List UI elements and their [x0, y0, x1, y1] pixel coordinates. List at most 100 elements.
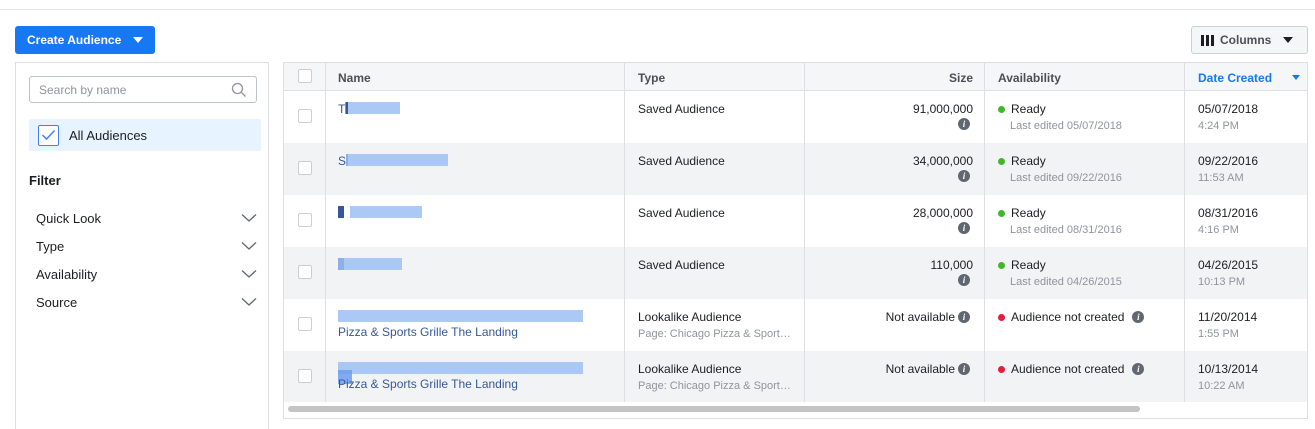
- info-icon[interactable]: i: [958, 170, 970, 182]
- redacted-text: [346, 154, 448, 166]
- filter-type[interactable]: Type: [29, 235, 257, 257]
- redacted-text: [338, 258, 402, 270]
- availability-status: Ready: [998, 154, 1046, 168]
- all-audiences-item[interactable]: All Audiences: [29, 119, 261, 151]
- audience-source: Page: Chicago Pizza & Sport…: [638, 328, 791, 340]
- last-edited: Last edited 04/26/2015: [1010, 276, 1122, 288]
- info-icon[interactable]: i: [958, 311, 970, 323]
- filter-source[interactable]: Source: [29, 291, 257, 313]
- header-availability[interactable]: Availability: [998, 71, 1061, 85]
- info-icon[interactable]: i: [958, 363, 970, 375]
- table-row: S█ C█ ██ Saved Audience 34,000,000 i Rea…: [284, 143, 1307, 195]
- header-name[interactable]: Name: [338, 71, 371, 85]
- filter-label: Type: [36, 238, 65, 254]
- status-dot: [998, 105, 1005, 113]
- created-time: 4:16 PM: [1198, 224, 1239, 236]
- header-date-created[interactable]: Date Created: [1198, 71, 1272, 85]
- audience-size: 28,000,000: [912, 206, 973, 220]
- audience-size: Not available: [885, 310, 955, 324]
- row-checkbox[interactable]: [298, 265, 312, 279]
- status-dot: [998, 365, 1005, 373]
- status-text: Audience not created: [1011, 310, 1125, 324]
- table-row: Pizza & Sports Grille The Landing Lookal…: [284, 299, 1307, 351]
- create-audience-button[interactable]: Create Audience: [15, 26, 155, 54]
- created-date: 10/13/2014: [1198, 362, 1259, 376]
- info-icon[interactable]: i: [1132, 311, 1145, 323]
- availability-status: Ready: [998, 102, 1046, 116]
- audience-size: 110,000: [930, 258, 974, 272]
- table-header: Name Type Size Availability Date Created: [284, 63, 1307, 91]
- all-audiences-checkbox[interactable]: [38, 124, 59, 146]
- created-time: 11:53 AM: [1198, 172, 1244, 184]
- scrollbar-thumb[interactable]: [288, 406, 1140, 412]
- column-divider: [804, 63, 805, 402]
- chevron-down-icon: [241, 298, 257, 306]
- created-time: 4:24 PM: [1198, 120, 1239, 132]
- table-row: █ Saved Audience 28,000,000 i Ready Last…: [284, 195, 1307, 247]
- created-date: 09/22/2016: [1198, 154, 1259, 168]
- created-date: 04/26/2015: [1198, 258, 1259, 272]
- audience-type: Saved Audience: [638, 154, 725, 168]
- audience-type: Lookalike Audience: [638, 310, 742, 324]
- availability-status: Ready: [998, 206, 1046, 220]
- columns-button[interactable]: Columns: [1191, 26, 1308, 54]
- created-date: 08/31/2016: [1198, 206, 1259, 220]
- filter-quick-look[interactable]: Quick Look: [29, 207, 257, 229]
- caret-down-icon: [133, 37, 144, 43]
- column-divider: [984, 63, 985, 402]
- row-checkbox[interactable]: [298, 369, 312, 383]
- redacted-text: [348, 102, 400, 114]
- info-icon[interactable]: i: [958, 274, 970, 286]
- search-box: [29, 76, 257, 103]
- table-row: █ Saved Audience 110,000 i Ready Last ed…: [284, 247, 1307, 299]
- status-dot: [998, 157, 1005, 165]
- search-input[interactable]: [30, 77, 220, 102]
- filter-label: Availability: [36, 266, 98, 282]
- status-text: Ready: [1011, 206, 1046, 220]
- audience-name: T█ ██: [338, 102, 348, 114]
- audience-name: █: [338, 206, 344, 218]
- audiences-table: Name Type Size Availability Date Created…: [283, 62, 1308, 419]
- row-checkbox[interactable]: [298, 213, 312, 227]
- availability-status: Audience not created i: [998, 362, 1145, 376]
- last-edited: Last edited 05/07/2018: [1010, 120, 1122, 132]
- availability-status: Audience not created i: [998, 310, 1145, 324]
- columns-label: Columns: [1220, 33, 1272, 47]
- availability-status: Ready: [998, 258, 1046, 272]
- columns-icon: [1201, 34, 1214, 46]
- check-icon: [41, 129, 56, 141]
- info-icon[interactable]: i: [958, 222, 970, 234]
- caret-down-icon: [1283, 37, 1294, 43]
- audience-type: Saved Audience: [638, 258, 725, 272]
- redacted-text: [338, 362, 583, 374]
- all-audiences-label: All Audiences: [69, 127, 148, 143]
- audience-type: Saved Audience: [638, 102, 725, 116]
- search-icon[interactable]: [231, 82, 247, 98]
- status-dot: [998, 209, 1005, 217]
- column-divider: [624, 63, 625, 402]
- row-checkbox[interactable]: [298, 109, 312, 123]
- row-checkbox[interactable]: [298, 317, 312, 331]
- created-date: 05/07/2018: [1198, 102, 1259, 116]
- audience-size: 91,000,000: [912, 102, 973, 116]
- audience-size: Not available: [885, 362, 955, 376]
- info-icon[interactable]: i: [1132, 363, 1145, 375]
- filter-label: Quick Look: [36, 210, 102, 226]
- create-audience-label: Create Audience: [27, 33, 122, 47]
- redacted-text: [350, 206, 422, 218]
- select-all-checkbox[interactable]: [298, 69, 312, 83]
- sort-desc-icon[interactable]: [1292, 75, 1300, 80]
- chevron-down-icon: [241, 242, 257, 250]
- audience-source: Page: Chicago Pizza & Sport…: [638, 380, 791, 392]
- horizontal-scrollbar[interactable]: [284, 402, 1307, 418]
- filter-title: Filter: [29, 173, 61, 188]
- filter-availability[interactable]: Availability: [29, 263, 257, 285]
- audience-type: Lookalike Audience: [638, 362, 742, 376]
- table-row: T█ ██ Saved Audience 91,000,000 i Ready …: [284, 91, 1307, 143]
- info-icon[interactable]: i: [958, 118, 970, 130]
- created-time: 10:22 AM: [1198, 380, 1245, 392]
- status-text: Ready: [1011, 102, 1046, 116]
- header-type[interactable]: Type: [638, 71, 665, 85]
- header-size[interactable]: Size: [949, 71, 973, 85]
- row-checkbox[interactable]: [298, 161, 312, 175]
